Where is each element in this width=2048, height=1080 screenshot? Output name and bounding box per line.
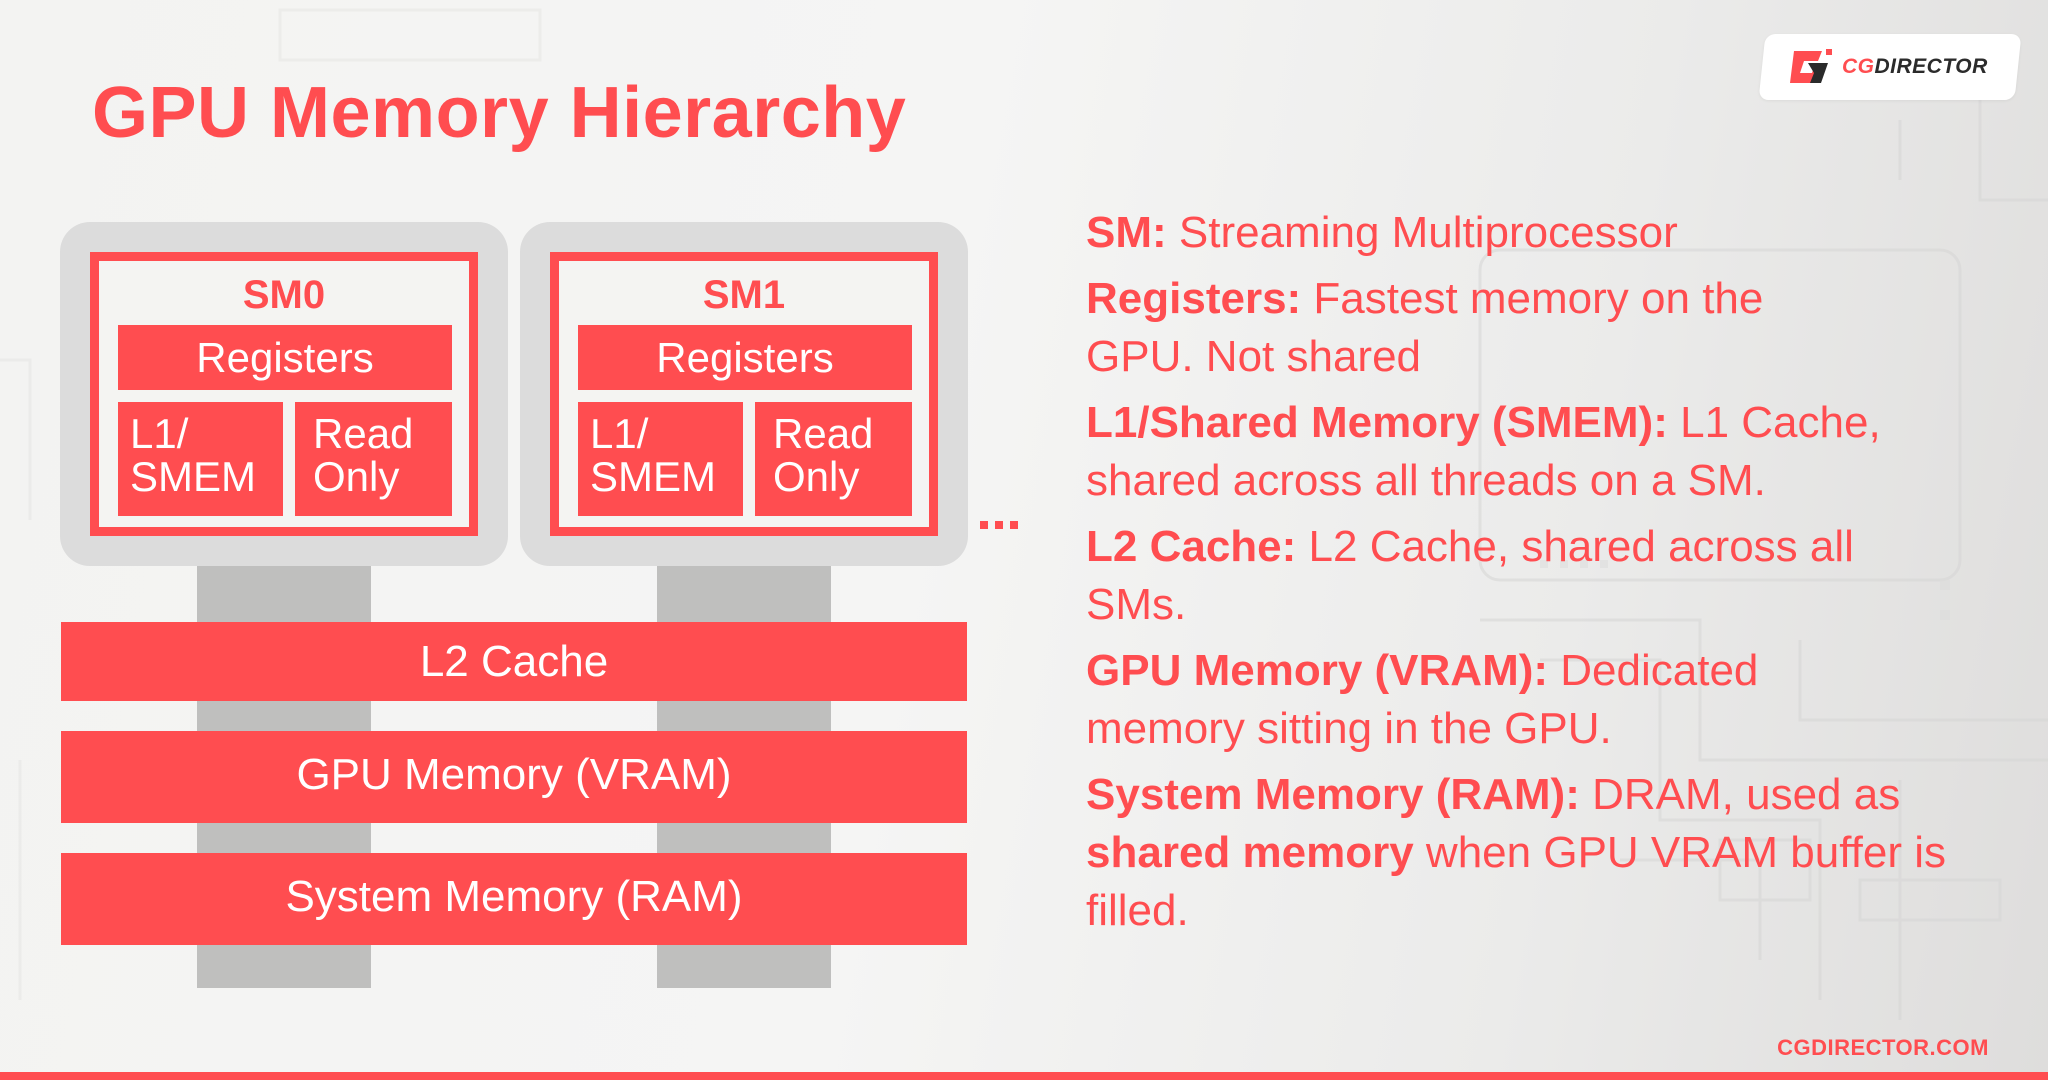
sm1-card: SM1 Registers L1/ SMEM Read Only (520, 222, 968, 566)
sm1-read-only: Read Only (755, 402, 912, 516)
sm1-frame: SM1 Registers L1/ SMEM Read Only (550, 252, 938, 536)
more-sms-ellipsis (980, 521, 1018, 529)
sm0-l1-smem: L1/ SMEM (118, 402, 283, 516)
desc-sm: SM: Streaming Multiprocessor (1086, 208, 1678, 257)
page-title: GPU Memory Hierarchy (92, 73, 907, 153)
sm0-frame: SM0 Registers L1/ SMEM Read Only (90, 252, 478, 536)
system-ram-bar: System Memory (RAM) (61, 853, 967, 945)
brand-logo[interactable]: CGDIRECTOR (1758, 34, 2022, 100)
sm1-l1-smem: L1/ SMEM (578, 402, 743, 516)
l2-cache-bar: L2 Cache (61, 622, 967, 701)
desc-registers: Registers: Fastest memory on the GPU. No… (1086, 274, 1764, 381)
sm1-registers: Registers (578, 325, 912, 390)
desc-system-ram: System Memory (RAM): DRAM, used as share… (1086, 770, 1946, 935)
sm0-card: SM0 Registers L1/ SMEM Read Only (60, 222, 508, 566)
sm0-label: SM0 (242, 273, 326, 317)
desc-l1-smem: L1/Shared Memory (SMEM): L1 Cache, share… (1086, 398, 1881, 505)
sm0-read-only: Read Only (295, 402, 452, 516)
cgdirector-logo-icon (1790, 49, 1832, 83)
footer-url[interactable]: CGDIRECTOR.COM (1777, 1035, 1989, 1061)
footer-accent-bar (0, 1072, 2048, 1080)
vram-bar: GPU Memory (VRAM) (61, 731, 967, 823)
sm0-registers: Registers (118, 325, 452, 390)
shared-memory-emphasis: shared memory (1086, 828, 1414, 877)
desc-vram: GPU Memory (VRAM): Dedicated memory sitt… (1086, 646, 1759, 753)
description-list: SM: Streaming Multiprocessor Registers: … (1086, 204, 2016, 948)
desc-l2-cache: L2 Cache: L2 Cache, shared across all SM… (1086, 522, 1854, 629)
sm1-label: SM1 (702, 273, 786, 317)
logo-text: CGDIRECTOR (1842, 55, 1988, 78)
